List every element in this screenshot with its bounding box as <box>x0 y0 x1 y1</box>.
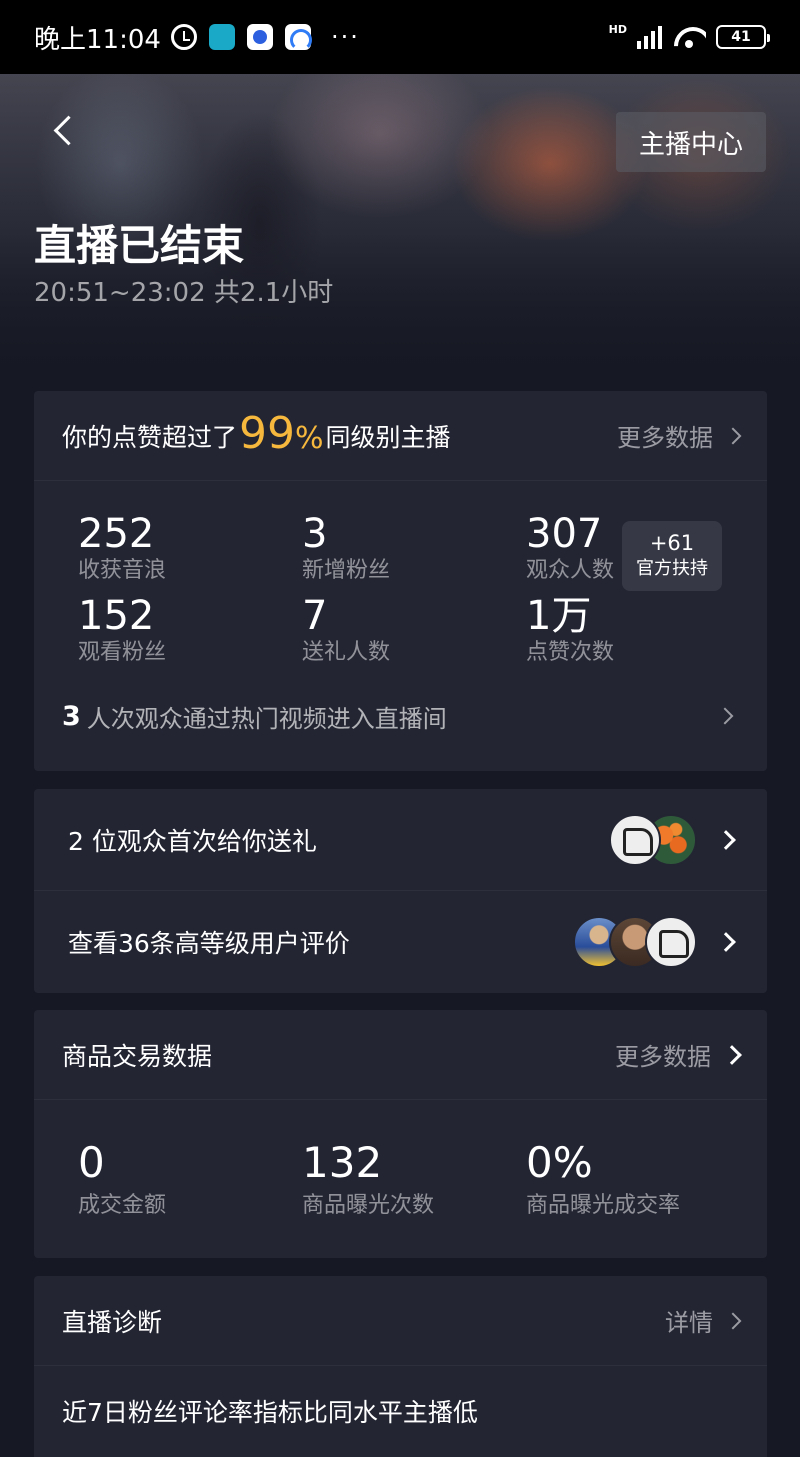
chevron-right-icon <box>724 1312 742 1329</box>
stat-label: 观看粉丝 <box>78 640 167 665</box>
stat-new-fans[interactable]: 3 新增粉丝 <box>302 511 526 585</box>
back-arrow-icon[interactable] <box>48 114 84 150</box>
live-summary-card: 你的点赞超过了 99% 同级别主播 更多数据 252 收获音浪 3 新增粉丝 3… <box>34 391 767 771</box>
alarm-icon <box>170 24 197 50</box>
chevron-right-icon <box>716 829 736 850</box>
browser-icon <box>284 24 312 51</box>
more-data-label: 更多数据 <box>617 424 713 452</box>
live-cover-header: 主播中心 直播已结束 20:51~23:02 共2.1小时 <box>0 74 800 394</box>
more-data-label: 更多数据 <box>615 1043 711 1071</box>
status-time: 晚上11:04 <box>34 24 161 55</box>
first-gift-row[interactable]: 2 位观众首次给你送礼 <box>34 789 767 891</box>
stat-label: 商品曝光次数 <box>302 1193 435 1218</box>
likes-percent: 99% <box>239 408 324 459</box>
live-stats-grid: 252 收获音浪 3 新增粉丝 307 观众人数 +61 官方扶持 152 观看… <box>34 481 767 667</box>
diagnosis-title: 直播诊断 <box>62 1307 163 1337</box>
stat-value: 3 <box>302 511 328 557</box>
status-bar: 晚上11:04 ··· HD 41 <box>0 0 800 74</box>
stat-label: 点赞次数 <box>526 640 615 665</box>
stat-value: 1万 <box>526 593 592 639</box>
stat-gift-senders[interactable]: 7 送礼人数 <box>302 593 526 667</box>
stat-value: 0% <box>526 1138 593 1187</box>
badge-value: +61 <box>649 531 695 555</box>
gift-avatars <box>609 813 697 866</box>
badge-label: 官方扶持 <box>636 558 708 579</box>
stat-likes[interactable]: 1万 点赞次数 <box>526 593 750 667</box>
live-diagnosis-card: 直播诊断 详情 近7日粉丝评论率指标比同水平主播低 <box>34 1276 767 1457</box>
stat-value: 132 <box>302 1138 383 1187</box>
system-icons: HD 41 <box>608 22 770 49</box>
stat-value: 152 <box>78 593 155 639</box>
trade-header: 商品交易数据 更多数据 <box>34 1010 767 1100</box>
stat-value: 252 <box>78 511 155 557</box>
trade-more-data-link[interactable]: 更多数据 <box>615 1037 742 1072</box>
likes-suffix: 同级别主播 <box>325 422 451 452</box>
user-reviews-text: 查看36条高等级用户评价 <box>68 929 350 958</box>
likes-ranking-header: 你的点赞超过了 99% 同级别主播 更多数据 <box>34 391 767 481</box>
network-type: HD <box>608 22 627 36</box>
first-gift-text: 2 位观众首次给你送礼 <box>68 826 317 856</box>
likes-percent-sign: % <box>295 421 324 456</box>
stat-value: 7 <box>302 593 328 639</box>
audience-card: 2 位观众首次给你送礼 查看36条高等级用户评价 <box>34 789 767 993</box>
review-avatars <box>573 916 697 968</box>
battery-level: 41 <box>731 29 751 45</box>
avatar <box>645 916 697 968</box>
stat-label: 送礼人数 <box>302 640 391 665</box>
likes-percent-value: 99 <box>239 408 296 459</box>
stat-label: 商品曝光成交率 <box>526 1193 681 1218</box>
hot-video-count: 3 <box>62 700 81 732</box>
more-notifications-icon: ··· <box>330 23 360 51</box>
page-title: 直播已结束 <box>34 221 245 270</box>
app-icon <box>208 24 235 50</box>
stat-sales-amount[interactable]: 0 成交金额 <box>78 1138 302 1220</box>
stat-label: 新增粉丝 <box>302 558 391 583</box>
stat-label: 收获音浪 <box>78 558 167 583</box>
chevron-right-icon <box>716 932 736 952</box>
stat-watching-fans[interactable]: 152 观看粉丝 <box>78 593 302 667</box>
chevron-right-icon <box>722 1044 742 1065</box>
trade-title: 商品交易数据 <box>62 1041 213 1071</box>
stat-conversion-rate[interactable]: 0% 商品曝光成交率 <box>526 1138 750 1220</box>
stat-label: 成交金额 <box>78 1193 167 1218</box>
hot-video-entry-row[interactable]: 3 人次观众通过热门视频进入直播间 <box>34 679 767 753</box>
battery-icon: 41 <box>716 25 770 49</box>
diagnosis-detail-link[interactable]: 详情 <box>665 1303 742 1338</box>
chevron-right-icon <box>724 427 742 444</box>
signal-icon <box>637 25 662 49</box>
wifi-icon <box>672 25 706 49</box>
more-data-link[interactable]: 更多数据 <box>617 418 742 453</box>
chevron-right-icon <box>716 707 734 725</box>
likes-prefix: 你的点赞超过了 <box>62 422 238 452</box>
notification-icons: ··· <box>170 23 360 51</box>
detail-label: 详情 <box>665 1309 713 1337</box>
diagnosis-header: 直播诊断 详情 <box>34 1276 767 1366</box>
baidu-icon <box>246 24 273 50</box>
stat-product-exposure[interactable]: 132 商品曝光次数 <box>302 1138 526 1220</box>
stat-value: 0 <box>78 1138 105 1187</box>
trade-stats-grid: 0 成交金额 132 商品曝光次数 0% 商品曝光成交率 <box>34 1100 767 1220</box>
trade-data-card: 商品交易数据 更多数据 0 成交金额 132 商品曝光次数 0% 商品曝光成交率 <box>34 1010 767 1258</box>
streamer-center-button[interactable]: 主播中心 <box>616 112 766 172</box>
avatar <box>609 813 661 866</box>
official-support-badge: +61 官方扶持 <box>622 521 722 591</box>
user-reviews-row[interactable]: 查看36条高等级用户评价 <box>34 891 767 993</box>
live-duration: 20:51~23:02 共2.1小时 <box>34 278 334 308</box>
diagnosis-item[interactable]: 近7日粉丝评论率指标比同水平主播低 <box>34 1366 767 1456</box>
stat-sound-waves[interactable]: 252 收获音浪 <box>78 511 302 585</box>
stat-viewers[interactable]: 307 观众人数 +61 官方扶持 <box>526 511 750 591</box>
hot-video-text: 人次观众通过热门视频进入直播间 <box>86 704 447 733</box>
